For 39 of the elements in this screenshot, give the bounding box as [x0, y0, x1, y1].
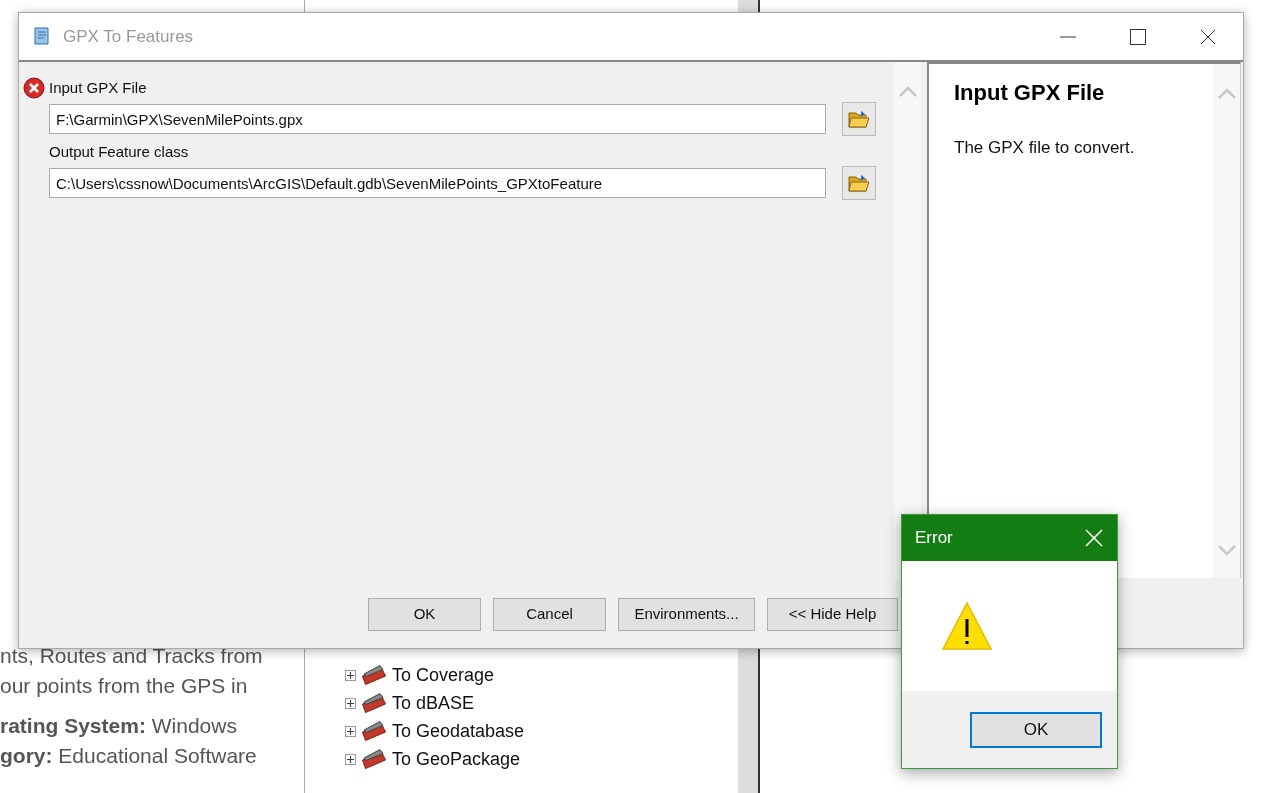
minimize-icon — [1060, 35, 1076, 38]
maximize-icon — [1130, 28, 1146, 45]
open-folder-icon — [848, 109, 870, 129]
help-title: Input GPX File — [954, 79, 1106, 107]
expand-box-icon[interactable] — [345, 669, 356, 681]
error-title: Error — [915, 527, 953, 550]
help-text: The GPX file to convert. — [954, 137, 1136, 159]
close-icon — [1200, 28, 1216, 45]
browse-button[interactable] — [842, 102, 876, 136]
expand-box-icon[interactable] — [345, 753, 356, 765]
page-text: gory: Educational Software — [0, 743, 258, 769]
path-field[interactable]: C:\Users\cssnow\Documents\ArcGIS\Default.gdb\SevenMilePoints_GPXtoFeature — [49, 168, 826, 198]
toolbox-icon — [362, 721, 386, 741]
window-title: GPX To Features — [63, 25, 194, 48]
page-text: nts, Routes and Tracks from — [0, 643, 264, 669]
open-folder-icon — [848, 173, 870, 193]
close-icon — [1085, 529, 1103, 547]
dialog-button[interactable]: Environments... — [618, 597, 755, 631]
path-field[interactable]: F:\Garmin\GPX\SevenMilePoints.gpx — [49, 104, 826, 134]
dialog-button[interactable]: Cancel — [493, 597, 606, 631]
parameter-label: Input GPX File — [49, 77, 147, 98]
expand-box-icon[interactable] — [345, 697, 356, 709]
ok-button[interactable]: OK — [970, 711, 1102, 748]
dialog-button[interactable]: OK — [368, 597, 481, 631]
page-text: our points from the GPS in — [0, 673, 249, 699]
toolbox-icon — [362, 665, 386, 685]
parameter-label: Output Feature class — [49, 141, 189, 162]
tree-item-label[interactable]: To Geodatabase — [392, 717, 525, 745]
browse-button[interactable] — [842, 166, 876, 200]
toolbox-icon — [362, 693, 386, 713]
page-text: rating System: Windows — [0, 713, 238, 739]
expand-box-icon[interactable] — [345, 725, 356, 737]
dialog-button[interactable]: << Hide Help — [767, 597, 898, 631]
tree-item-label[interactable]: To dBASE — [392, 689, 475, 717]
tree-item-label[interactable]: To GeoPackage — [392, 745, 521, 773]
warning-icon — [941, 601, 993, 651]
tree-item-label[interactable]: To Coverage — [392, 661, 495, 689]
close-button[interactable] — [1084, 528, 1104, 548]
toolbox-icon — [362, 749, 386, 769]
